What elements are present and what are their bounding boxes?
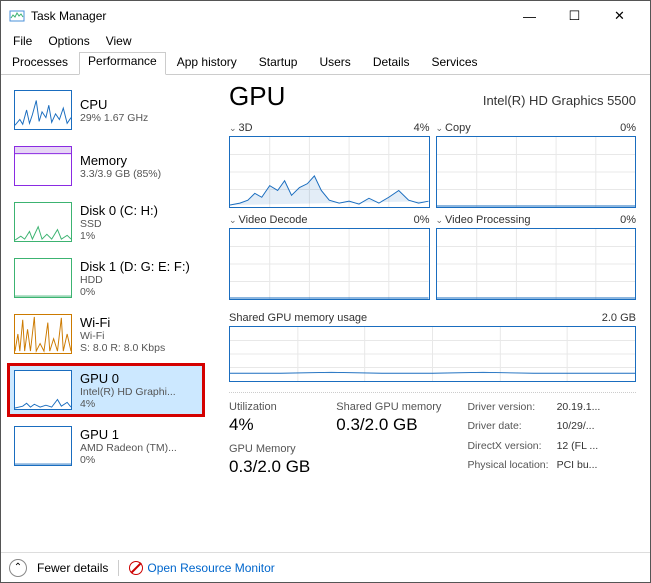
sidebar-item-label: Wi-Fi (80, 315, 165, 330)
menu-options[interactable]: Options (40, 32, 97, 50)
tabbar: Processes Performance App history Startu… (1, 51, 650, 75)
sidebar-item-wifi[interactable]: Wi-FiWi-FiS: 8.0 R: 8.0 Kbps (9, 309, 203, 359)
sidebar-item-gpu0[interactable]: GPU 0Intel(R) HD Graphi...4% (9, 365, 203, 415)
titlebar: Task Manager — ☐ ✕ (1, 1, 650, 31)
sidebar-item-label: GPU 0 (80, 371, 176, 386)
sidebar-item-disk1[interactable]: Disk 1 (D: G: E: F:)HDD0% (9, 253, 203, 303)
stat-util-label: Utilization (229, 401, 310, 413)
sidebar: CPU29% 1.67 GHz Memory3.3/3.9 GB (85%) D… (1, 75, 211, 550)
footer: ⌃ Fewer details Open Resource Monitor (1, 552, 650, 582)
chart-video-processing[interactable]: ⌄Video Processing0% (436, 214, 637, 300)
sidebar-item-label: Disk 0 (C: H:) (80, 203, 158, 218)
chevron-down-icon: ⌄ (436, 215, 444, 225)
sidebar-item-disk0[interactable]: Disk 0 (C: H:)SSD1% (9, 197, 203, 247)
stat-util-value: 4% (229, 415, 310, 435)
open-resource-monitor-link[interactable]: Open Resource Monitor (129, 561, 274, 575)
menu-file[interactable]: File (5, 32, 40, 50)
sidebar-item-label: GPU 1 (80, 427, 177, 442)
sidebar-item-memory[interactable]: Memory3.3/3.9 GB (85%) (9, 141, 203, 191)
gpu-name: Intel(R) HD Graphics 5500 (483, 93, 636, 108)
tab-users[interactable]: Users (308, 51, 361, 74)
sidebar-item-label: Memory (80, 153, 161, 168)
page-title: GPU (229, 81, 285, 112)
chevron-down-icon: ⌄ (229, 215, 237, 225)
sidebar-item-gpu1[interactable]: GPU 1AMD Radeon (TM)...0% (9, 421, 203, 471)
window-title: Task Manager (31, 9, 507, 23)
collapse-icon[interactable]: ⌃ (9, 559, 27, 577)
chart-shared-memory[interactable]: Shared GPU memory usage2.0 GB (229, 312, 636, 382)
tab-processes[interactable]: Processes (1, 51, 79, 74)
tab-apphistory[interactable]: App history (166, 51, 248, 74)
tab-services[interactable]: Services (421, 51, 489, 74)
chart-copy[interactable]: ⌄Copy0% (436, 122, 637, 208)
menubar: File Options View (1, 31, 650, 51)
tab-performance[interactable]: Performance (79, 52, 166, 75)
resource-monitor-icon (129, 561, 143, 575)
stat-mem-label: GPU Memory (229, 443, 310, 455)
menu-view[interactable]: View (98, 32, 140, 50)
sidebar-item-label: Disk 1 (D: G: E: F:) (80, 259, 190, 274)
stat-shared-value: 0.3/2.0 GB (336, 415, 441, 435)
fewer-details-link[interactable]: Fewer details (37, 561, 108, 575)
main-panel: GPU Intel(R) HD Graphics 5500 ⌄3D4% ⌄Cop… (211, 75, 650, 550)
tab-details[interactable]: Details (362, 51, 421, 74)
tab-startup[interactable]: Startup (248, 51, 309, 74)
chevron-down-icon: ⌄ (436, 123, 444, 133)
stat-shared-label: Shared GPU memory (336, 401, 441, 413)
maximize-button[interactable]: ☐ (552, 2, 597, 30)
sidebar-item-cpu[interactable]: CPU29% 1.67 GHz (9, 85, 203, 135)
driver-info: Driver version:20.19.1... Driver date:10… (467, 401, 600, 477)
minimize-button[interactable]: — (507, 2, 552, 30)
app-icon (9, 8, 25, 24)
stat-mem-value: 0.3/2.0 GB (229, 457, 310, 477)
chevron-down-icon: ⌄ (229, 123, 237, 133)
close-button[interactable]: ✕ (597, 2, 642, 30)
stats-row: Utilization 4% GPU Memory 0.3/2.0 GB Sha… (229, 392, 636, 477)
chart-3d[interactable]: ⌄3D4% (229, 122, 430, 208)
chart-video-decode[interactable]: ⌄Video Decode0% (229, 214, 430, 300)
sidebar-item-label: CPU (80, 97, 148, 112)
